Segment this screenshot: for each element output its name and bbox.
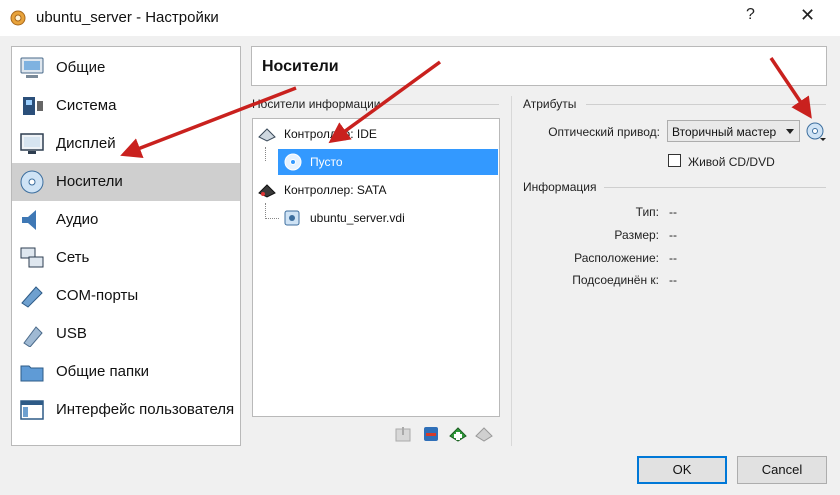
- live-cd-checkbox[interactable]: [668, 154, 681, 167]
- sidebar-item-storage[interactable]: Носители: [12, 163, 240, 201]
- storage-tree: Контроллер: IDE Пусто Контроллер: SATA u…: [252, 118, 500, 417]
- sata-controller-icon: [258, 184, 276, 198]
- sidebar-item-label: Общие папки: [56, 363, 150, 380]
- sidebar-item-general[interactable]: Общие: [12, 49, 240, 87]
- group-separator: [384, 104, 499, 105]
- tree-item-controller-sata[interactable]: Контроллер: SATA: [253, 177, 499, 203]
- sidebar-item-com-ports[interactable]: COM-порты: [12, 277, 240, 315]
- add-attachment-icon[interactable]: [393, 424, 413, 444]
- choose-disk-icon[interactable]: [805, 121, 827, 143]
- add-controller-icon[interactable]: [448, 424, 468, 444]
- optical-disc-icon: [284, 153, 302, 171]
- group-separator: [604, 187, 826, 188]
- tree-connector: [265, 218, 279, 220]
- info-type-label: Тип:: [635, 205, 659, 219]
- serial-ports-icon: [21, 286, 43, 308]
- info-type-value: --: [669, 205, 677, 219]
- page-title: Носители: [262, 58, 339, 75]
- tree-connector: [265, 203, 267, 219]
- sidebar-item-display[interactable]: Дисплей: [12, 125, 240, 163]
- sidebar-item-label: Сеть: [56, 249, 90, 266]
- info-size-value: --: [669, 228, 677, 242]
- close-button[interactable]: ✕: [800, 5, 815, 26]
- tree-item-label: ubuntu_server.vdi: [310, 211, 405, 225]
- window-title: ubuntu_server - Настройки: [36, 9, 219, 26]
- shared-folders-icon: [20, 365, 44, 382]
- sidebar-item-shared-folders[interactable]: Общие папки: [12, 353, 240, 391]
- sidebar-item-usb[interactable]: USB: [12, 315, 240, 353]
- sidebar-item-audio[interactable]: Аудио: [12, 201, 240, 239]
- virtualbox-gear-icon: [10, 10, 26, 26]
- chevron-down-icon: [786, 129, 794, 134]
- info-attached-to-value: --: [669, 273, 677, 287]
- live-cd-label: Живой CD/DVD: [688, 155, 775, 169]
- sidebar-item-network[interactable]: Сеть: [12, 239, 240, 277]
- remove-attachment-icon[interactable]: [421, 424, 441, 444]
- page-header: Носители: [251, 46, 827, 86]
- sidebar-item-label: Аудио: [56, 211, 99, 228]
- hard-disk-icon: [284, 210, 300, 226]
- optical-drive-select[interactable]: Вторичный мастер: [667, 120, 800, 142]
- user-interface-icon: [20, 400, 44, 420]
- sidebar-item-system[interactable]: Система: [12, 87, 240, 125]
- group-separator: [586, 104, 826, 105]
- system-icon: [23, 97, 43, 115]
- sidebar-item-label: Общие: [56, 59, 106, 76]
- storage-icon: [20, 170, 44, 194]
- cancel-button[interactable]: Cancel: [737, 456, 827, 484]
- optical-drive-value: Вторичный мастер: [672, 125, 777, 139]
- tree-item-empty-optical[interactable]: Пусто: [278, 149, 498, 175]
- info-attached-to-label: Подсоединён к:: [572, 273, 659, 287]
- ide-controller-icon: [258, 128, 276, 142]
- tree-connector: [265, 147, 267, 161]
- sidebar-item-label: USB: [56, 325, 87, 342]
- sidebar-item-label: Интерфейс пользователя: [56, 401, 235, 418]
- tree-item-controller-ide[interactable]: Контроллер: IDE: [253, 121, 499, 147]
- sidebar-item-label: Носители: [56, 173, 123, 190]
- settings-category-list: Общие Система Дисплей Носители Аудио Сет…: [11, 46, 241, 446]
- info-location-value: --: [669, 251, 677, 265]
- general-icon: [20, 57, 44, 78]
- sidebar-item-user-interface[interactable]: Интерфейс пользователя: [12, 391, 240, 429]
- display-icon: [20, 133, 44, 154]
- information-group-title: Информация: [523, 180, 597, 194]
- sidebar-item-label: COM-порты: [56, 287, 139, 304]
- help-button[interactable]: ?: [746, 6, 755, 24]
- optical-drive-label: Оптический привод:: [548, 125, 660, 139]
- info-size-label: Размер:: [614, 228, 659, 242]
- tree-item-label: Контроллер: SATA: [284, 183, 387, 197]
- remove-controller-icon[interactable]: [474, 424, 494, 444]
- tree-item-label: Контроллер: IDE: [284, 127, 377, 141]
- attributes-group-title: Атрибуты: [523, 97, 577, 111]
- sidebar-item-label: Система: [56, 97, 117, 114]
- tree-item-label: Пусто: [310, 155, 343, 169]
- sidebar-item-label: Дисплей: [56, 135, 116, 152]
- ok-button[interactable]: OK: [637, 456, 727, 484]
- audio-icon: [22, 210, 36, 230]
- info-location-label: Расположение:: [574, 251, 659, 265]
- tree-item-disk-vdi[interactable]: ubuntu_server.vdi: [253, 205, 499, 231]
- vertical-divider: [511, 96, 512, 446]
- storage-devices-group-title: Носители информации: [252, 97, 381, 111]
- network-icon: [20, 247, 44, 268]
- usb-icon: [23, 326, 43, 347]
- title-bar: ubuntu_server - Настройки ? ✕: [0, 0, 840, 36]
